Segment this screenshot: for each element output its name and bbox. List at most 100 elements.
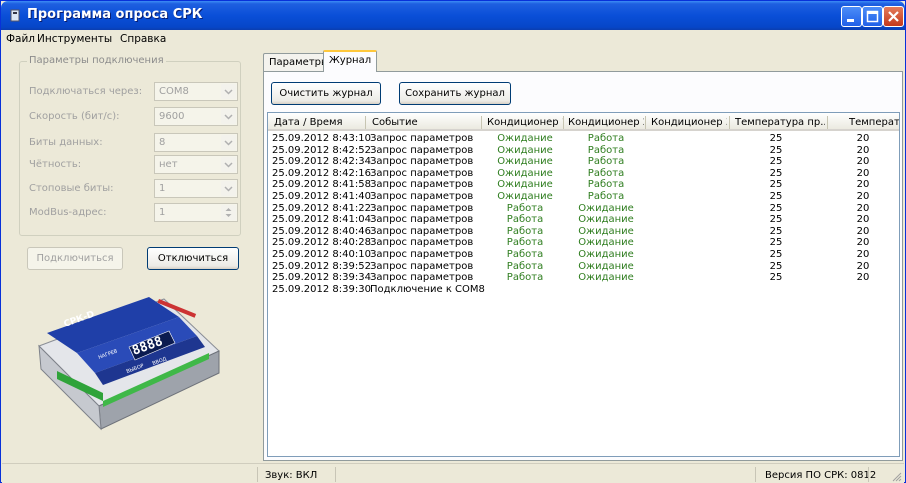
table-cell: 25 xyxy=(769,179,783,191)
table-cell: 25 xyxy=(769,272,783,284)
table-cell: Ожидание xyxy=(578,237,634,249)
title-bar[interactable]: Программа опроса СРК xyxy=(1,1,905,30)
column-header-ac1[interactable]: Кондиционер 1 xyxy=(487,117,563,128)
table-cell: Запрос параметров xyxy=(370,191,474,202)
table-cell: Запрос параметров xyxy=(370,167,474,179)
table-cell: 20 xyxy=(856,260,870,272)
table-cell: 25.09.2012 8:41:58 xyxy=(272,179,371,191)
column-header-event[interactable]: Событие xyxy=(372,117,482,128)
table-cell: 25.09.2012 8:40:28 xyxy=(272,237,371,249)
column-header-temp1[interactable]: Температура пр... xyxy=(735,117,825,128)
port-select[interactable]: COM8 xyxy=(154,82,238,101)
column-header-temp2[interactable]: Температ... xyxy=(849,117,899,128)
table-cell: Ожидание xyxy=(497,133,553,144)
table-row[interactable]: 25.09.2012 8:39:52 Запрос параметров Работ… xyxy=(268,261,899,273)
modbus-stepper[interactable]: 1 xyxy=(154,203,238,222)
table-cell: 25 xyxy=(769,214,783,226)
table-cell: 25.09.2012 8:41:04 xyxy=(272,214,371,226)
table-cell: 20 xyxy=(856,191,870,202)
app-window: Программа опроса СРК Файл Инструменты Сп… xyxy=(0,0,906,483)
table-cell: Запрос параметров xyxy=(370,214,474,226)
databits-select[interactable]: 8 xyxy=(154,133,238,152)
table-cell: Работа xyxy=(587,191,625,202)
table-row[interactable]: 25.09.2012 8:41:58 Запрос параметров Ожида… xyxy=(268,179,899,191)
table-row[interactable]: 25.09.2012 8:43:10 Запрос параметров Ожида… xyxy=(268,133,899,145)
table-row[interactable]: 25.09.2012 8:41:04 Запрос параметров Работ… xyxy=(268,214,899,226)
table-row[interactable]: 25.09.2012 8:39:30 Подключение к COM8 xyxy=(268,284,899,296)
table-cell: Запрос параметров xyxy=(370,202,474,214)
chevron-down-icon xyxy=(221,157,236,172)
journal-table[interactable]: Дата / Время Событие Кондиционер 1 Конди… xyxy=(267,112,900,457)
column-header-ac3[interactable]: Кондиционер 3 xyxy=(651,117,727,128)
table-cell: Ожидание xyxy=(497,191,553,202)
port-label: Подключаться через: xyxy=(29,86,143,97)
chevron-down-icon xyxy=(221,181,236,196)
menu-tools[interactable]: Инструменты xyxy=(37,33,112,45)
table-cell: Работа xyxy=(587,156,625,168)
stopbits-select[interactable]: 1 xyxy=(154,179,238,198)
tab-journal[interactable]: Журнал xyxy=(323,50,378,72)
table-row[interactable]: 25.09.2012 8:40:10 Запрос параметров Работ… xyxy=(268,249,899,261)
baud-value: 9600 xyxy=(159,111,185,122)
spin-arrows-icon xyxy=(221,205,236,220)
table-cell: 20 xyxy=(856,237,870,249)
table-cell: Ожидание xyxy=(578,202,634,214)
close-button[interactable] xyxy=(883,6,904,27)
table-cell: 25.09.2012 8:40:46 xyxy=(272,225,371,237)
menu-help[interactable]: Справка xyxy=(120,33,166,45)
table-cell: 20 xyxy=(856,156,870,168)
table-cell: Работа xyxy=(506,214,544,226)
table-cell: 25.09.2012 8:42:16 xyxy=(272,167,371,179)
chevron-down-icon xyxy=(221,135,236,150)
table-cell: Работа xyxy=(506,225,544,237)
table-cell: 25 xyxy=(769,225,783,237)
table-row[interactable]: 25.09.2012 8:41:22 Запрос параметров Работ… xyxy=(268,203,899,215)
table-cell: Ожидание xyxy=(578,214,634,226)
resize-grip-icon[interactable] xyxy=(890,470,902,482)
stopbits-label: Стоповые биты: xyxy=(29,183,114,194)
save-journal-button[interactable]: Сохранить журнал xyxy=(399,82,511,105)
column-header-ac2[interactable]: Кондиционер 2 xyxy=(568,117,644,128)
chevron-down-icon xyxy=(221,109,236,124)
table-row[interactable]: 25.09.2012 8:41:40 Запрос параметров Ожида… xyxy=(268,191,899,203)
table-cell: 25.09.2012 8:39:52 xyxy=(272,260,371,272)
table-cell: Ожидание xyxy=(578,249,634,260)
window-title: Программа опроса СРК xyxy=(27,7,203,22)
parity-value: нет xyxy=(159,159,178,170)
baud-select[interactable]: 9600 xyxy=(154,107,238,126)
databits-value: 8 xyxy=(159,137,166,148)
table-cell: Ожидание xyxy=(578,260,634,272)
baud-label: Скорость (бит/с): xyxy=(29,111,120,122)
app-icon xyxy=(10,9,20,22)
table-cell: 20 xyxy=(856,272,870,284)
table-cell: Работа xyxy=(506,202,544,214)
device-image: 8888 СРК-D НАГРЕВ ВЫБОР ВВОД xyxy=(38,297,220,431)
menu-file[interactable]: Файл xyxy=(6,33,35,45)
column-header-datetime[interactable]: Дата / Время xyxy=(274,117,364,128)
table-row[interactable]: 25.09.2012 8:39:34 Запрос параметров Работ… xyxy=(268,272,899,284)
table-cell: Запрос параметров xyxy=(370,237,474,249)
table-cell: 20 xyxy=(856,214,870,226)
connect-button[interactable]: Подключиться xyxy=(27,247,123,270)
table-row[interactable]: 25.09.2012 8:42:16 Запрос параметров Ожида… xyxy=(268,168,899,180)
table-cell: 20 xyxy=(856,144,870,156)
parity-select[interactable]: нет xyxy=(154,155,238,174)
table-row[interactable]: 25.09.2012 8:40:28 Запрос параметров Работ… xyxy=(268,237,899,249)
table-cell: Ожидание xyxy=(497,144,553,156)
clear-journal-button[interactable]: Очистить журнал xyxy=(271,82,381,105)
minimize-button[interactable] xyxy=(841,6,862,27)
table-cell: Ожидание xyxy=(497,167,553,179)
table-cell: Запрос параметров xyxy=(370,249,474,260)
disconnect-button[interactable]: Отключиться xyxy=(147,247,239,270)
maximize-button[interactable] xyxy=(862,6,883,27)
table-cell: 25 xyxy=(769,133,783,144)
table-row[interactable]: 25.09.2012 8:42:34 Запрос параметров Ожида… xyxy=(268,156,899,168)
modbus-label: ModBus-адрес: xyxy=(29,207,107,218)
table-cell: 25.09.2012 8:39:30 xyxy=(272,283,371,295)
table-cell: 25.09.2012 8:41:22 xyxy=(272,202,371,214)
table-cell: Запрос параметров xyxy=(370,144,474,156)
table-row[interactable]: 25.09.2012 8:42:52 Запрос параметров Ожида… xyxy=(268,145,899,157)
table-row[interactable]: 25.09.2012 8:40:46 Запрос параметров Работ… xyxy=(268,226,899,238)
table-cell: 25.09.2012 8:42:52 xyxy=(272,144,371,156)
status-bar: Звук: ВКЛ Версия ПО СРК: 0812 xyxy=(2,463,904,483)
